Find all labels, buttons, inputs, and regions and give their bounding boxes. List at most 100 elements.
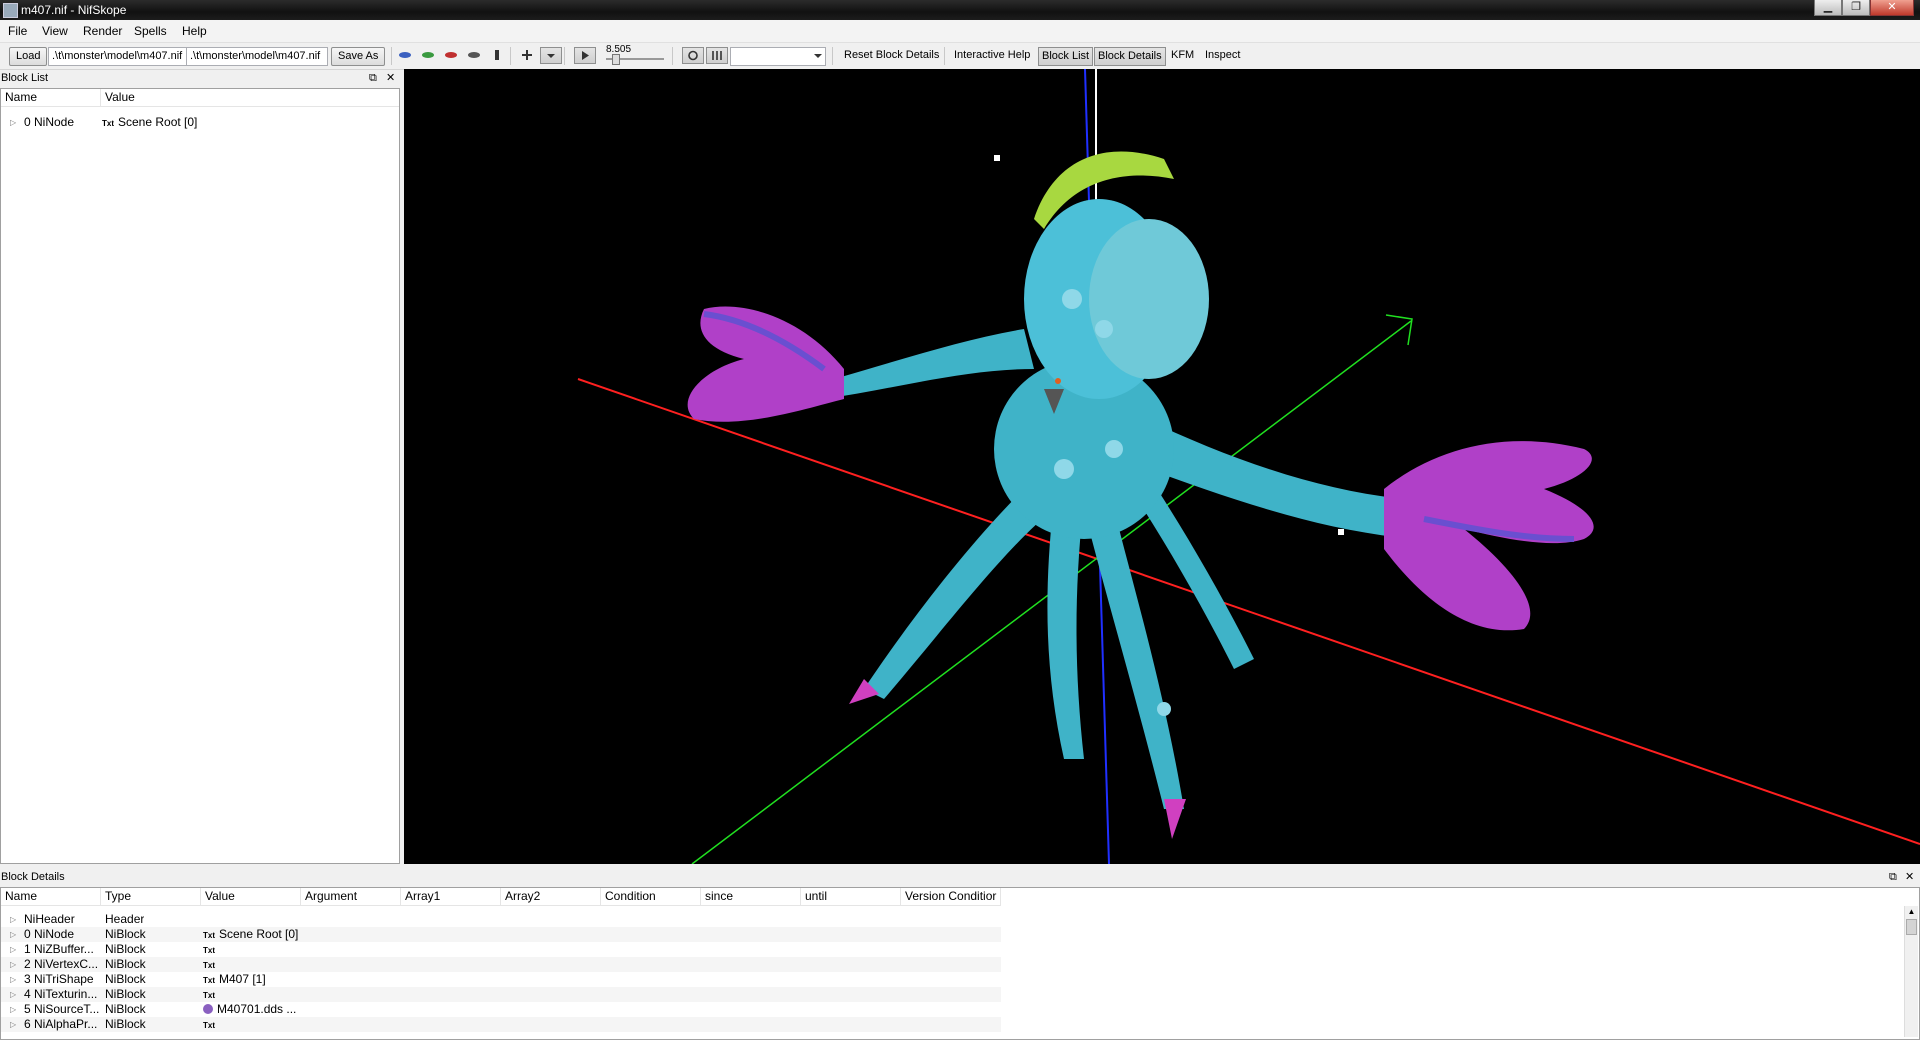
- model-tentacle-tip: [1164, 799, 1186, 839]
- block-details-header: Block Details ⧉ ✕: [0, 869, 1920, 886]
- block-list-column-header: Name Value: [1, 89, 399, 107]
- menu-file[interactable]: File: [8, 24, 27, 38]
- play-icon: [582, 51, 589, 60]
- row-name: 4 NiTexturin...: [24, 987, 98, 1001]
- close-icon[interactable]: ✕: [386, 70, 395, 87]
- block-details-column-header: Name Type Value Argument Array1 Array2 C…: [1, 888, 1001, 906]
- table-row[interactable]: ▷ NiHeader Header: [1, 912, 1001, 927]
- view-menu-dropdown[interactable]: [540, 47, 562, 64]
- kfm-button[interactable]: KFM: [1171, 47, 1194, 64]
- reset-block-details-button[interactable]: Reset Block Details: [844, 47, 939, 64]
- row-type: NiBlock: [105, 972, 146, 986]
- row-name: 0 NiNode: [24, 927, 75, 941]
- row-type: NiBlock: [105, 1017, 146, 1031]
- expand-arrow-icon[interactable]: ▷: [10, 987, 16, 1002]
- float-icon[interactable]: ⧉: [1889, 869, 1897, 886]
- view-top-icon[interactable]: [398, 49, 412, 61]
- row-value: Txt: [203, 1017, 219, 1033]
- model-eye: [1055, 378, 1061, 384]
- expand-arrow-icon[interactable]: ▷: [10, 115, 16, 130]
- save-as-button[interactable]: Save As: [331, 47, 386, 66]
- row-type: NiBlock: [105, 987, 146, 1001]
- block-list-tree[interactable]: Name Value ▷ 0 NiNode Txt Scene Root [0]: [0, 88, 400, 864]
- column-value[interactable]: Value: [101, 89, 399, 106]
- table-row[interactable]: ▷ 2 NiVertexC... NiBlock Txt: [1, 957, 1001, 972]
- expand-arrow-icon[interactable]: ▷: [10, 912, 16, 927]
- row-value: Txt: [203, 942, 219, 958]
- app-icon: [3, 3, 18, 18]
- close-window-button[interactable]: ✕: [1870, 0, 1914, 16]
- menu-render[interactable]: Render: [83, 24, 122, 38]
- texture-icon: [203, 1004, 213, 1014]
- row-value-text: M40701.dds ...: [217, 1002, 297, 1016]
- load-button[interactable]: Load: [9, 47, 48, 66]
- play-animation-button[interactable]: [574, 47, 596, 64]
- row-name: 3 NiTriShape: [24, 972, 94, 986]
- column-since[interactable]: since: [701, 888, 801, 905]
- table-row[interactable]: ▷ 1 NiZBuffer... NiBlock Txt: [1, 942, 1001, 957]
- block-details-toggle[interactable]: Block Details: [1094, 47, 1166, 66]
- column-version-condition[interactable]: Version Conditior: [901, 888, 1001, 905]
- walk-mode-icon[interactable]: [490, 49, 504, 61]
- column-name[interactable]: Name: [1, 89, 101, 106]
- inspect-button[interactable]: Inspect: [1205, 47, 1240, 64]
- animation-select[interactable]: [730, 47, 826, 66]
- speed-slider[interactable]: [606, 54, 664, 65]
- model-sucker: [1054, 459, 1074, 479]
- table-row[interactable]: ▷ 5 NiSourceT... NiBlock M40701.dds ...: [1, 1002, 1001, 1017]
- menu-spells[interactable]: Spells: [134, 24, 167, 38]
- interactive-help-button[interactable]: Interactive Help: [954, 47, 1030, 64]
- view-front-icon[interactable]: [421, 49, 435, 61]
- column-value[interactable]: Value: [201, 888, 301, 905]
- chevron-down-icon: [814, 54, 822, 58]
- scroll-thumb[interactable]: [1906, 919, 1917, 935]
- column-until[interactable]: until: [801, 888, 901, 905]
- menu-help[interactable]: Help: [182, 24, 207, 38]
- maximize-button[interactable]: ❐: [1842, 0, 1870, 16]
- row-type: NiBlock: [105, 957, 146, 971]
- table-row[interactable]: ▷ 0 NiNode NiBlock Txt Scene Root [0]: [1, 927, 1001, 942]
- block-details-table[interactable]: Name Type Value Argument Array1 Array2 C…: [0, 887, 1920, 1040]
- block-list-toggle[interactable]: Block List: [1038, 47, 1094, 66]
- column-condition[interactable]: Condition: [601, 888, 701, 905]
- table-row[interactable]: ▷ 4 NiTexturin... NiBlock Txt: [1, 987, 1001, 1002]
- flip-view-icon[interactable]: [520, 49, 534, 61]
- row-value: Txt M407 [1]: [203, 972, 266, 988]
- vertical-scrollbar[interactable]: ▲: [1904, 906, 1918, 1037]
- toolbar-separator: [672, 47, 673, 65]
- table-row[interactable]: ▷ 6 NiAlphaPr... NiBlock Txt: [1, 1017, 1001, 1032]
- scene-canvas[interactable]: [404, 69, 1920, 864]
- minimize-button[interactable]: ▁: [1814, 0, 1842, 16]
- txt-icon: Txt: [203, 976, 215, 985]
- expand-arrow-icon[interactable]: ▷: [10, 927, 16, 942]
- expand-arrow-icon[interactable]: ▷: [10, 972, 16, 987]
- scroll-up-icon[interactable]: ▲: [1905, 906, 1918, 918]
- load-path-input[interactable]: .\t\monster\model\m407.nif: [48, 47, 187, 66]
- expand-arrow-icon[interactable]: ▷: [10, 957, 16, 972]
- column-array1[interactable]: Array1: [401, 888, 501, 905]
- view-side-icon[interactable]: [444, 49, 458, 61]
- table-row[interactable]: ▷ 3 NiTriShape NiBlock Txt M407 [1]: [1, 972, 1001, 987]
- menu-view[interactable]: View: [42, 24, 68, 38]
- close-icon[interactable]: ✕: [1905, 869, 1914, 886]
- selection-marker: [994, 155, 1000, 161]
- expand-arrow-icon[interactable]: ▷: [10, 942, 16, 957]
- column-name[interactable]: Name: [1, 888, 101, 905]
- loop-animation-button[interactable]: [682, 47, 704, 64]
- view-user-icon[interactable]: [467, 49, 481, 61]
- column-argument[interactable]: Argument: [301, 888, 401, 905]
- model-sucker: [1157, 702, 1171, 716]
- slider-handle[interactable]: [612, 54, 620, 65]
- save-path-input[interactable]: .\t\monster\model\m407.nif: [186, 47, 328, 66]
- float-icon[interactable]: ⧉: [369, 70, 377, 87]
- column-array2[interactable]: Array2: [501, 888, 601, 905]
- expand-arrow-icon[interactable]: ▷: [10, 1002, 16, 1017]
- x-axis-line: [577, 378, 1920, 845]
- column-type[interactable]: Type: [101, 888, 201, 905]
- tree-row[interactable]: ▷ 0 NiNode Txt Scene Root [0]: [1, 115, 399, 130]
- main-toolbar: Load .\t\monster\model\m407.nif .\t\mons…: [0, 43, 1920, 70]
- render-viewport[interactable]: [404, 69, 1920, 864]
- expand-arrow-icon[interactable]: ▷: [10, 1017, 16, 1032]
- switch-animation-button[interactable]: [706, 47, 728, 64]
- row-type: NiBlock: [105, 1002, 146, 1016]
